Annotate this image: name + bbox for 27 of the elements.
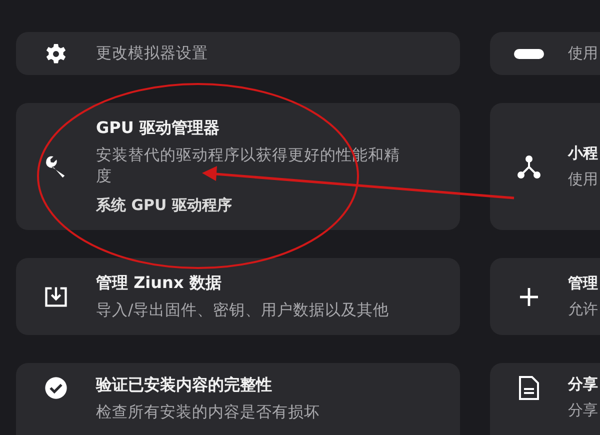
settings-card[interactable]: 分享 分享 [490, 363, 600, 435]
settings-card[interactable]: 验证已安装内容的完整性 检查所有安装的内容是否有损坏 [16, 363, 460, 435]
card-title: GPU 驱动管理器 [96, 118, 220, 139]
card-description: 更改模拟器设置 [96, 43, 208, 64]
settings-card[interactable]: 管理 Ziunx 数据 导入/导出固件、密钥、用户数据以及其他 [16, 258, 460, 335]
gear-icon [44, 42, 68, 66]
card-title: 小程 [568, 144, 598, 163]
check-circle-icon [43, 375, 69, 401]
card-description: 检查所有安装的内容是否有损坏 [96, 402, 320, 423]
card-title: 验证已安装内容的完整性 [96, 375, 273, 396]
card-title: 管理 Ziunx 数据 [96, 272, 222, 294]
card-description: 使用 [568, 168, 598, 190]
card-description: 分享 [568, 400, 598, 420]
card-description: 允许 [568, 298, 598, 320]
card-title: 分享 [568, 375, 598, 394]
settings-card[interactable]: 管理 允许 [490, 258, 600, 335]
card-description: 导入/导出固件、密钥、用户数据以及其他 [96, 300, 390, 320]
settings-card[interactable]: 小程 使用 [490, 103, 600, 230]
card-value: 系统 GPU 驱动程序 [96, 196, 233, 216]
card-title: 管理 [568, 274, 598, 293]
pill-icon [514, 48, 544, 60]
settings-card[interactable]: 更改模拟器设置 [16, 32, 460, 75]
document-icon [518, 375, 540, 401]
settings-card[interactable]: 使用 [490, 32, 600, 75]
nodes-icon [517, 154, 541, 178]
plus-icon [518, 286, 540, 308]
card-description: 使用 [568, 43, 598, 64]
